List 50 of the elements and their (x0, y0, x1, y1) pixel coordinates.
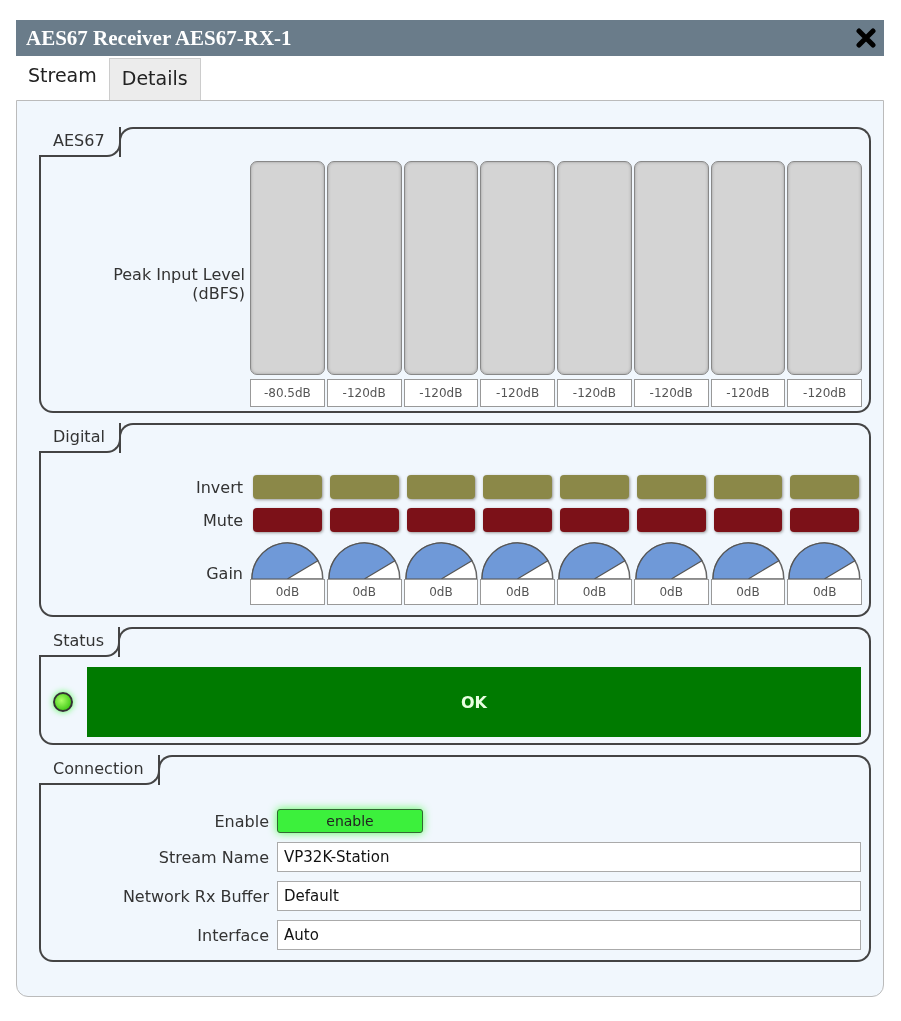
gain-reading: 0dB (633, 579, 709, 605)
gain-knob[interactable] (710, 541, 786, 579)
gain-reading: 0dB (787, 579, 862, 605)
input-field[interactable]: Auto (277, 920, 861, 950)
gain-reading: 0dB (480, 579, 555, 605)
tab[interactable]: Details (108, 58, 201, 100)
mute-button[interactable] (713, 508, 783, 532)
meter-reading: -80.5dB (250, 379, 325, 407)
input-field[interactable]: Default (277, 881, 861, 911)
close-icon[interactable] (856, 28, 876, 48)
invert-button[interactable] (406, 475, 476, 499)
group-label: Connection (39, 755, 160, 785)
status-bar: OK (87, 667, 861, 737)
field-label: Network Rx Buffer (122, 886, 269, 906)
meter-label: Peak Input Level (dBFS) (112, 265, 246, 303)
row-label: Invert (195, 477, 244, 497)
field-label: Stream Name (158, 847, 269, 867)
gain-reading: 0dB (710, 579, 786, 605)
meter-reading: -120dB (710, 379, 786, 407)
mute-button[interactable] (406, 508, 476, 532)
enable-button[interactable]: enable (277, 809, 423, 833)
gain-knob[interactable] (326, 541, 402, 579)
field-label: Enable (214, 811, 269, 831)
gain-knob[interactable] (403, 541, 479, 579)
meter-reading: -120dB (787, 379, 862, 407)
window-title: AES67 Receiver AES67-RX-1 (26, 25, 292, 51)
gain-knob[interactable] (250, 541, 325, 579)
gain-knob[interactable] (633, 541, 709, 579)
meter-reading: -120dB (557, 379, 632, 407)
gain-reading: 0dB (326, 579, 402, 605)
invert-button[interactable] (713, 475, 783, 499)
meter-reading: -120dB (480, 379, 555, 407)
gain-reading: 0dB (557, 579, 632, 605)
group-label: Digital (39, 423, 121, 453)
field-label: Interface (197, 925, 269, 945)
meter-reading: -120dB (326, 379, 402, 407)
input-field[interactable]: VP32K-Station (277, 842, 861, 872)
gain-knob[interactable] (557, 541, 632, 579)
gain-reading: 0dB (403, 579, 479, 605)
row-label: Mute (202, 510, 244, 530)
group-label: AES67 (39, 127, 121, 157)
mute-button[interactable] (329, 508, 399, 532)
gain-knob[interactable] (480, 541, 555, 579)
group-label: Status (39, 627, 120, 657)
gain-knob[interactable] (787, 541, 862, 579)
mute-button[interactable] (636, 508, 706, 532)
gain-reading: 0dB (250, 579, 325, 605)
meter-reading: -120dB (403, 379, 479, 407)
row-label: Gain (206, 563, 244, 583)
meter-reading: -120dB (633, 379, 709, 407)
